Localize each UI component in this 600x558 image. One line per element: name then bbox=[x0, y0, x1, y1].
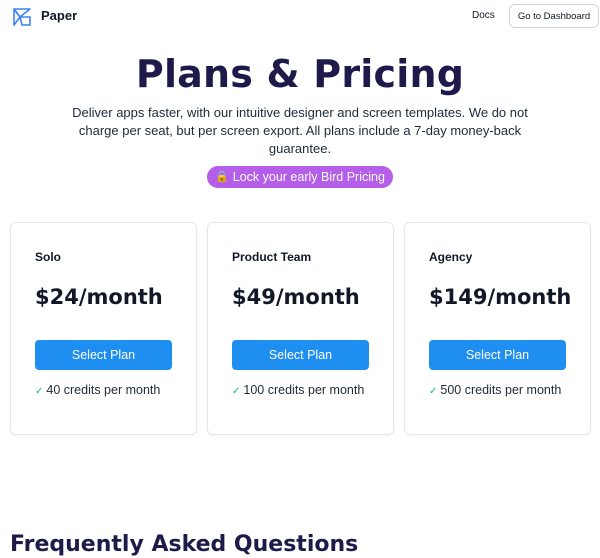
check-icon: ✓ bbox=[429, 386, 438, 397]
plan-price: $49/month bbox=[232, 285, 360, 309]
select-plan-button-product-team[interactable]: Select Plan bbox=[232, 340, 369, 370]
plan-feature-text: 100 credits per month bbox=[243, 383, 365, 397]
plan-feature: ✓ 40 credits per month bbox=[35, 381, 175, 401]
check-icon: ✓ bbox=[232, 386, 241, 397]
select-plan-button-solo[interactable]: Select Plan bbox=[35, 340, 172, 370]
docs-link[interactable]: Docs bbox=[472, 10, 495, 21]
plan-name: Solo bbox=[35, 250, 61, 264]
brand-name[interactable]: Paper bbox=[41, 8, 77, 23]
top-nav: Paper Docs Go to Dashboard bbox=[0, 0, 600, 34]
plan-feature: ✓ 500 credits per month bbox=[429, 381, 569, 401]
plan-feature-text: 500 credits per month bbox=[440, 383, 562, 397]
page-title: Plans & Pricing bbox=[135, 52, 465, 96]
plan-feature: ✓ 100 credits per month bbox=[232, 381, 372, 401]
early-bird-pricing-pill[interactable]: 🔒 Lock your early Bird Pricing bbox=[207, 166, 393, 188]
early-bird-pricing-label: Lock your early Bird Pricing bbox=[232, 170, 385, 184]
check-icon: ✓ bbox=[35, 386, 44, 397]
select-plan-button-agency[interactable]: Select Plan bbox=[429, 340, 566, 370]
plan-card-product-team: Product Team $49/month Select Plan ✓ 100 … bbox=[207, 222, 394, 435]
paper-logo-icon[interactable] bbox=[12, 7, 32, 27]
plan-card-solo: Solo $24/month Select Plan ✓ 40 credits p… bbox=[10, 222, 197, 435]
plan-name: Product Team bbox=[232, 250, 312, 264]
plan-name: Agency bbox=[429, 250, 473, 264]
plan-price: $149/month bbox=[429, 285, 572, 309]
plan-feature-text: 40 credits per month bbox=[46, 383, 161, 397]
lock-icon: 🔒 bbox=[215, 170, 229, 183]
page-subtitle: Deliver apps faster, with our intuitive … bbox=[72, 105, 528, 156]
plan-card-agency: Agency $149/month Select Plan ✓ 500 credi… bbox=[404, 222, 591, 435]
faq-heading: Frequently Asked Questions bbox=[10, 532, 359, 557]
plan-price: $24/month bbox=[35, 285, 163, 309]
go-to-dashboard-button[interactable]: Go to Dashboard bbox=[509, 4, 599, 28]
